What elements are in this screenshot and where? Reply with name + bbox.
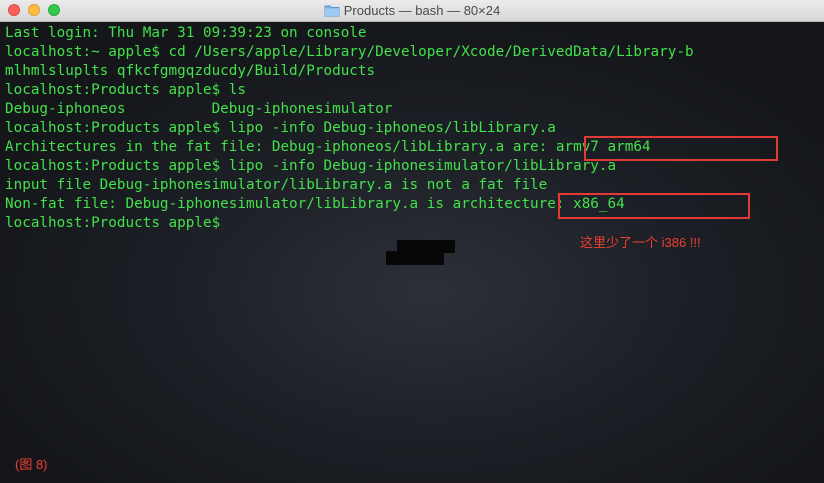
- folder-icon: [324, 4, 340, 20]
- window-title-text: Products — bash — 80×24: [343, 3, 501, 18]
- terminal-line: Debug-iphoneos Debug-iphonesimulator: [5, 101, 393, 117]
- terminal-window: Products — bash — 80×24 Last login: Thu …: [0, 0, 824, 483]
- figure-label: (图 8): [15, 457, 48, 472]
- terminal-content[interactable]: Last login: Thu Mar 31 09:39:23 on conso…: [0, 22, 824, 483]
- terminal-line: localhost:Products apple$ ls: [5, 82, 247, 98]
- window-title: Products — bash — 80×24: [0, 3, 824, 20]
- redaction-block: [386, 251, 444, 265]
- highlight-box-x86: [558, 193, 750, 219]
- annotation-note: 这里少了一个 i386 !!!: [580, 235, 701, 250]
- terminal-line: mlhmlsluplts qfkcfgmgqzducdy/Build/Produ…: [5, 63, 376, 79]
- title-bar[interactable]: Products — bash — 80×24: [0, 0, 824, 22]
- terminal-line: localhost:~ apple$ cd /Users/apple/Libra…: [5, 44, 694, 60]
- highlight-box-architectures: [584, 136, 778, 161]
- terminal-line: Last login: Thu Mar 31 09:39:23 on conso…: [5, 25, 367, 41]
